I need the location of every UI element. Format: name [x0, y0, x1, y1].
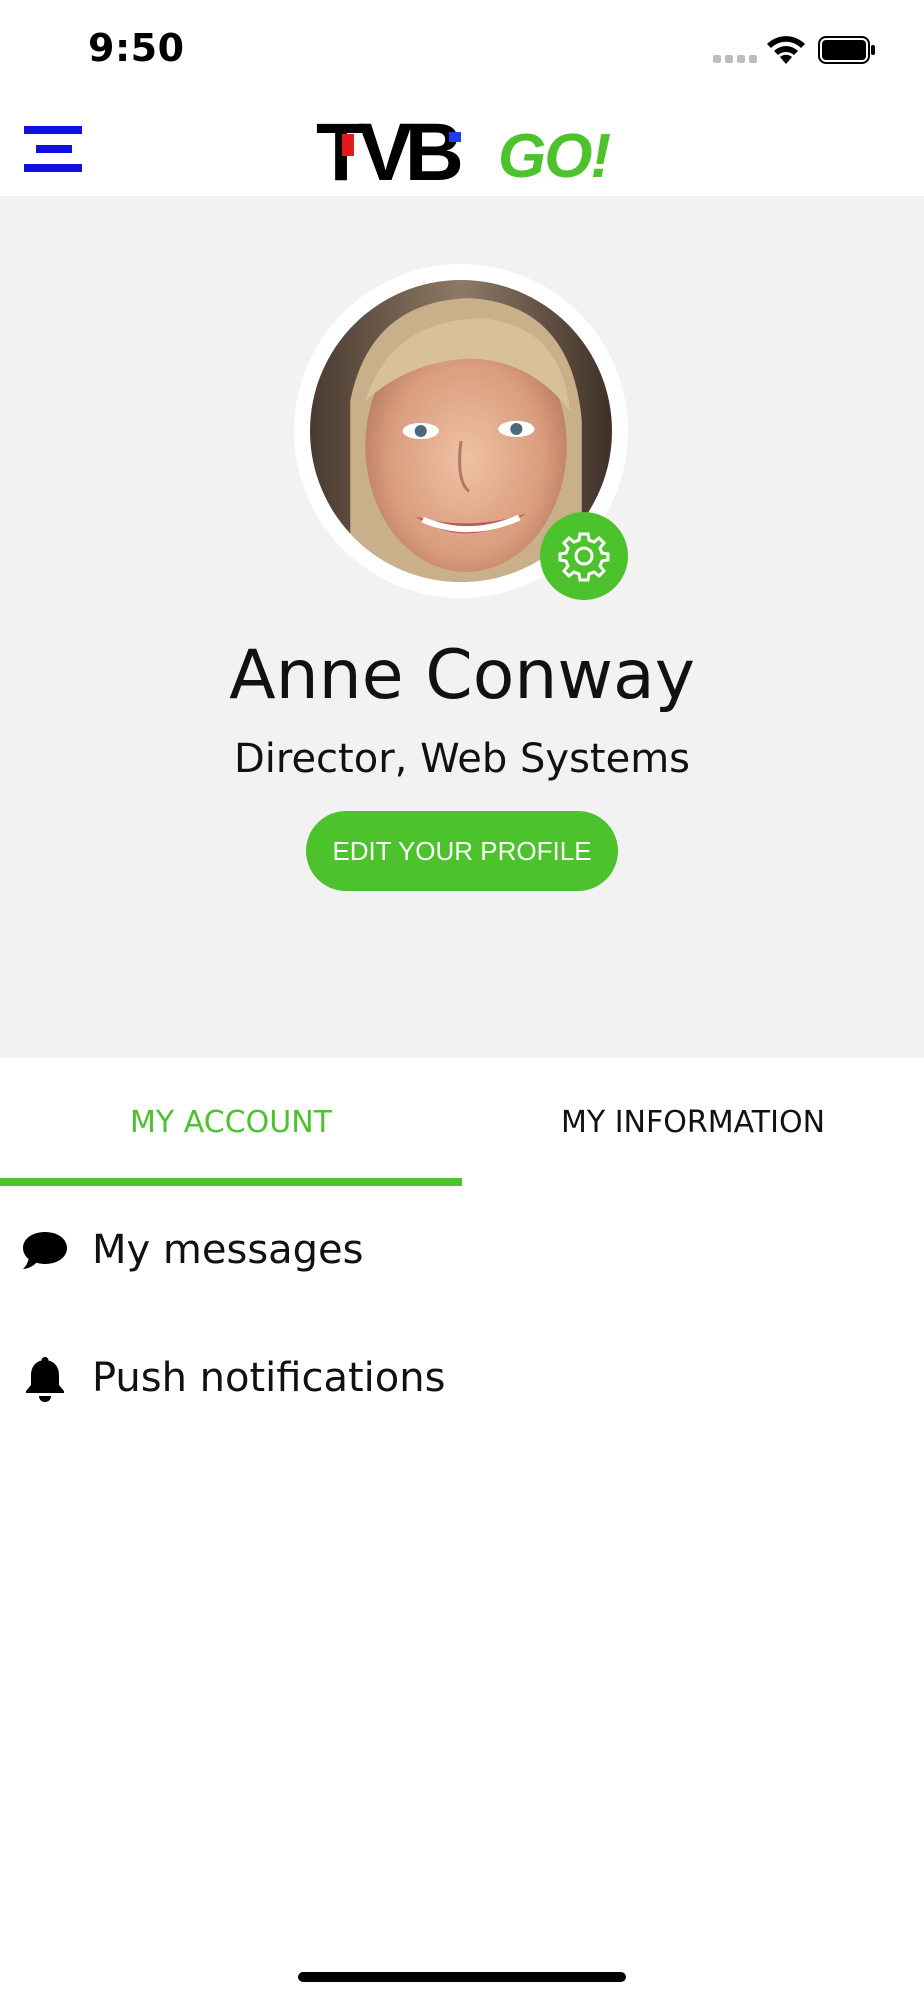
battery-icon	[818, 36, 875, 64]
home-indicator[interactable]	[298, 1972, 626, 1982]
active-tab-indicator	[0, 1178, 462, 1186]
logo-suffix: GO!	[498, 122, 611, 191]
profile-name: Anne Conway	[229, 636, 695, 715]
hamburger-menu-icon[interactable]	[22, 124, 86, 174]
tab-my-account[interactable]: MY ACCOUNT	[0, 1058, 462, 1186]
logo-brand: TVB	[316, 107, 464, 198]
list-item-label: My messages	[92, 1227, 364, 1273]
logo-red-mark	[342, 134, 354, 156]
account-tabs: MY ACCOUNT MY INFORMATION	[0, 1058, 924, 1186]
list-item-my-messages[interactable]: My messages	[0, 1190, 924, 1310]
tab-my-information[interactable]: MY INFORMATION	[462, 1058, 924, 1186]
profile-section: Anne Conway Director, Web Systems EDIT Y…	[0, 196, 924, 1058]
list-item-push-notifications[interactable]: Push notifications	[0, 1318, 924, 1438]
profile-title: Director, Web Systems	[233, 736, 691, 782]
list-item-label: Push notifications	[92, 1355, 446, 1401]
signal-dots-icon	[713, 55, 757, 63]
edit-profile-button[interactable]: EDIT YOUR PROFILE	[306, 811, 618, 891]
wifi-icon	[767, 36, 805, 64]
status-bar: 9:50	[0, 0, 924, 100]
chat-bubble-icon	[23, 1232, 67, 1269]
status-time: 9:50	[88, 26, 185, 70]
bell-icon	[26, 1357, 64, 1402]
profile-settings-button[interactable]	[540, 512, 628, 600]
logo-blue-mark	[449, 132, 461, 142]
tvb-go-logo: TVB GO!	[316, 110, 616, 196]
app-header: TVB GO!	[0, 100, 924, 196]
gear-icon	[558, 532, 610, 582]
